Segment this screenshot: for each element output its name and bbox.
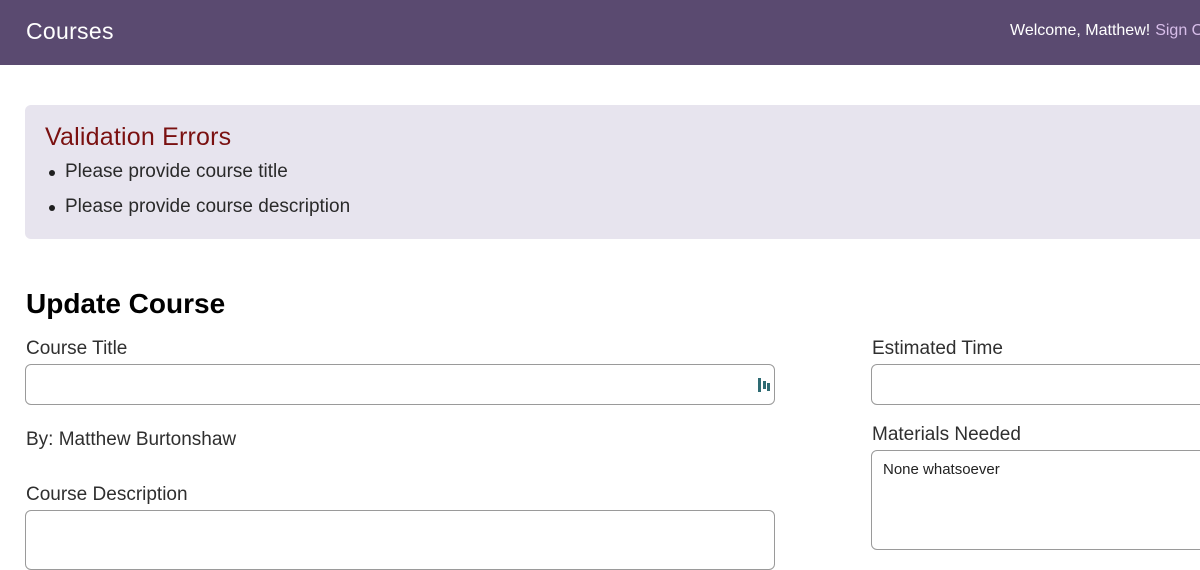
password-manager-icon[interactable] bbox=[757, 376, 771, 394]
course-description-label: Course Description bbox=[26, 484, 188, 505]
course-title-label: Course Title bbox=[26, 338, 128, 359]
materials-needed-input[interactable]: None whatsoever bbox=[871, 450, 1200, 550]
validation-errors-title: Validation Errors bbox=[45, 123, 232, 151]
user-nav: Welcome, Matthew!Sign Out bbox=[1010, 22, 1200, 40]
validation-errors-list: Please provide course title Please provi… bbox=[47, 159, 350, 229]
validation-errors-panel: Validation Errors Please provide course … bbox=[25, 105, 1200, 239]
materials-needed-label: Materials Needed bbox=[872, 424, 1021, 445]
validation-error-item: Please provide course description bbox=[47, 194, 350, 229]
validation-error-item: Please provide course title bbox=[47, 159, 350, 194]
course-description-input[interactable] bbox=[25, 510, 775, 570]
top-header: Courses Welcome, Matthew!Sign Out bbox=[0, 0, 1200, 65]
page-title: Update Course bbox=[26, 288, 226, 319]
course-title-input[interactable] bbox=[25, 364, 775, 405]
estimated-time-label: Estimated Time bbox=[872, 338, 1003, 359]
sign-out-link[interactable]: Sign Out bbox=[1155, 22, 1200, 39]
course-author: By: Matthew Burtonshaw bbox=[26, 429, 237, 450]
welcome-text: Welcome, Matthew! bbox=[1010, 22, 1151, 39]
app-title[interactable]: Courses bbox=[26, 18, 114, 45]
estimated-time-input[interactable] bbox=[871, 364, 1200, 405]
